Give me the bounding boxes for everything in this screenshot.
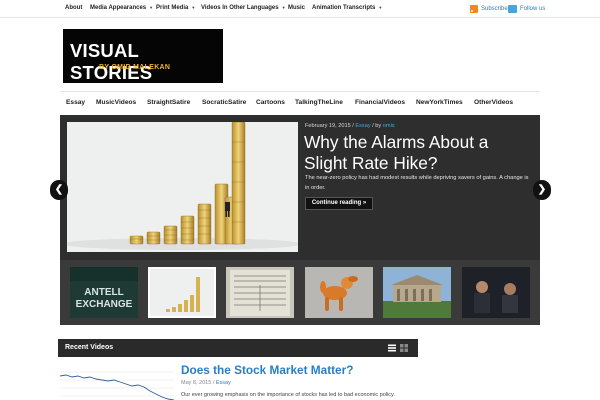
top-navigation: About Media Appearances ▼ Print Media ▼ Vi… bbox=[0, 0, 600, 18]
chevron-down-icon: ▼ bbox=[281, 5, 286, 10]
building-thumbnail-image bbox=[383, 267, 451, 318]
category-socraticsatire[interactable]: SocraticSatire bbox=[202, 99, 246, 106]
stock-chart-thumbnail-image bbox=[60, 364, 174, 400]
nav-print-media-label: Print Media bbox=[156, 5, 189, 11]
featured-slider: February 19, 2015 / Essay / by omis Why … bbox=[60, 115, 540, 325]
chevron-right-icon: ❯ bbox=[537, 184, 547, 195]
subscribe-link[interactable]: Subscribe bbox=[470, 3, 508, 14]
svg-text:ANTELL: ANTELL bbox=[84, 287, 123, 298]
nav-music-label: Music bbox=[288, 5, 306, 11]
category-cartoons[interactable]: Cartoons bbox=[256, 99, 285, 106]
category-straightsatire[interactable]: StraightSatire bbox=[147, 99, 190, 106]
meta-by: / by bbox=[372, 123, 382, 129]
meta-separator: / bbox=[352, 123, 354, 129]
logo-subtitle: BY OMID MALEKAN bbox=[99, 64, 171, 71]
site-logo[interactable]: VISUAL STORIES BY OMID MALEKAN bbox=[63, 29, 223, 83]
thumbnail-2-active[interactable] bbox=[148, 267, 216, 318]
post-excerpt: Our ever growing emphasis on the importa… bbox=[181, 392, 395, 398]
recent-videos-header: Recent Videos bbox=[58, 339, 418, 357]
slide-title[interactable]: Why the Alarms About a Slight Rate Hike? bbox=[304, 132, 536, 174]
thumbnail-5[interactable] bbox=[383, 267, 451, 318]
nav-media-appearances-label: Media Appearances bbox=[90, 5, 147, 11]
post-thumbnail[interactable] bbox=[60, 364, 174, 400]
recent-videos-title: Recent Videos bbox=[65, 344, 114, 351]
continue-reading-button[interactable]: Continue reading » bbox=[305, 197, 373, 210]
category-financialvideos[interactable]: FinancialVideos bbox=[355, 99, 405, 106]
thumbnail-1[interactable]: ANTELL EXCHANGE bbox=[70, 267, 138, 318]
category-newyorktimes[interactable]: NewYorkTimes bbox=[416, 99, 463, 106]
slide-category-link[interactable]: Essay bbox=[355, 123, 370, 129]
category-navigation: Essay MusicVideos StraightSatire Socrati… bbox=[60, 91, 540, 115]
post-meta: May 8, 2015 / Essay bbox=[181, 380, 231, 386]
nav-videos-other-languages[interactable]: Videos In Other Languages ▼ bbox=[201, 5, 286, 11]
interview-thumbnail-image bbox=[462, 267, 530, 318]
nav-about-label: About bbox=[65, 5, 83, 11]
featured-image[interactable] bbox=[67, 122, 298, 252]
post-date: May 8, 2015 bbox=[181, 380, 212, 386]
meta-separator: / bbox=[212, 380, 215, 386]
chevron-down-icon: ▼ bbox=[149, 5, 154, 10]
document-thumbnail-image bbox=[226, 267, 294, 318]
category-talkingtheline[interactable]: TalkingTheLine bbox=[295, 99, 343, 106]
nav-animation-transcripts[interactable]: Animation Transcripts ▼ bbox=[312, 5, 382, 11]
balloon-dog-thumbnail-image bbox=[305, 267, 373, 318]
coin-stacks-thumbnail-image bbox=[150, 269, 214, 316]
chevron-left-icon: ❮ bbox=[54, 184, 64, 195]
post-title[interactable]: Does the Stock Market Matter? bbox=[181, 363, 353, 377]
exchange-thumbnail-image: ANTELL EXCHANGE bbox=[70, 267, 138, 318]
slide-meta: February 19, 2015 / Essay / by omis bbox=[305, 123, 395, 129]
nav-animation-transcripts-label: Animation Transcripts bbox=[312, 5, 376, 11]
thumbnail-strip: ANTELL EXCHANGE bbox=[60, 260, 540, 325]
nav-print-media[interactable]: Print Media ▼ bbox=[156, 5, 195, 11]
follow-label: Follow us bbox=[520, 5, 546, 12]
svg-text:EXCHANGE: EXCHANGE bbox=[76, 299, 133, 310]
rss-icon bbox=[470, 4, 478, 13]
slider-prev-button[interactable]: ❮ bbox=[50, 180, 68, 200]
nav-media-appearances[interactable]: Media Appearances ▼ bbox=[90, 5, 153, 11]
slide-author-link[interactable]: omis bbox=[383, 123, 395, 129]
post-category-link[interactable]: Essay bbox=[216, 380, 231, 386]
slider-next-button[interactable]: ❯ bbox=[533, 180, 551, 200]
nav-music[interactable]: Music bbox=[288, 5, 305, 11]
slide-date: February 19, 2015 bbox=[305, 123, 351, 129]
category-othervideos[interactable]: OtherVideos bbox=[474, 99, 513, 106]
logo-title: VISUAL STORIES bbox=[70, 40, 153, 83]
thumbnail-3[interactable] bbox=[226, 267, 294, 318]
follow-link[interactable]: Follow us bbox=[508, 3, 545, 14]
category-essay[interactable]: Essay bbox=[66, 99, 85, 106]
category-musicvideos[interactable]: MusicVideos bbox=[96, 99, 136, 106]
thumbnail-4[interactable] bbox=[305, 267, 373, 318]
thumbnail-6[interactable] bbox=[462, 267, 530, 318]
chevron-down-icon: ▼ bbox=[191, 5, 196, 10]
grid-view-icon[interactable] bbox=[400, 344, 408, 352]
coin-stacks-image bbox=[67, 122, 298, 252]
nav-videos-other-languages-label: Videos In Other Languages bbox=[201, 5, 279, 11]
slide-description: The near-zero policy has had modest resu… bbox=[305, 175, 529, 191]
chevron-down-icon: ▼ bbox=[378, 5, 383, 10]
nav-about[interactable]: About bbox=[65, 5, 82, 11]
list-view-icon[interactable] bbox=[388, 344, 396, 352]
twitter-icon bbox=[508, 4, 517, 13]
subscribe-label: Subscribe bbox=[481, 5, 508, 12]
